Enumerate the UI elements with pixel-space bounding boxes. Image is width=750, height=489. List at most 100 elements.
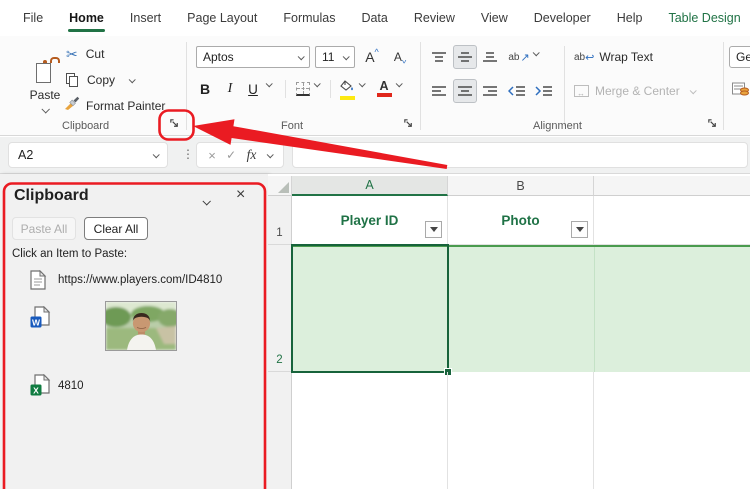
cell-c1[interactable] (594, 196, 750, 245)
clear-all-button[interactable]: Clear All (84, 217, 148, 240)
borders-icon (296, 82, 310, 96)
bold-button[interactable]: B (196, 78, 214, 100)
tab-formulas[interactable]: Formulas (270, 2, 348, 34)
increase-font-size-button[interactable]: A ^ (360, 46, 384, 68)
italic-button[interactable]: I (221, 78, 239, 100)
align-right-button[interactable] (480, 81, 500, 101)
font-color-bar (377, 93, 392, 97)
ribbon: Paste ✂ Cut Copy Format Painter Clipboar… (0, 36, 750, 136)
accounting-format-icon[interactable] (730, 80, 750, 98)
borders-dropdown-chevron-icon[interactable] (314, 82, 319, 87)
html-document-icon (30, 270, 47, 295)
font-dialog-launcher[interactable] (400, 115, 416, 131)
alignment-dialog-launcher[interactable] (704, 115, 720, 131)
paste-all-label: Paste All (21, 222, 68, 236)
clipboard-item-link[interactable]: https://www.players.com/ID4810 (6, 268, 258, 294)
paste-button[interactable]: Paste (22, 42, 68, 128)
top-align-button[interactable] (429, 47, 449, 67)
name-box-resize-dots-icon[interactable]: ⋮ (182, 147, 194, 161)
fill-color-dropdown-chevron-icon[interactable] (359, 82, 364, 87)
align-left-button[interactable] (429, 81, 449, 101)
tab-data[interactable]: Data (348, 2, 400, 34)
tab-table-design[interactable]: Table Design (655, 2, 750, 34)
increase-indent-button[interactable] (533, 81, 555, 101)
wrap-return-arrow-icon: ↩ (585, 51, 594, 64)
number-format-combobox[interactable]: Ger (729, 46, 750, 68)
paste-dropdown-chevron-icon[interactable] (41, 105, 49, 113)
decrease-font-size-button[interactable]: A ^ (388, 46, 412, 68)
cell-b1[interactable]: Photo (448, 196, 594, 245)
borders-button[interactable] (293, 78, 313, 100)
column-header-c[interactable] (594, 176, 750, 196)
tab-file[interactable]: File (10, 2, 56, 34)
underline-button[interactable]: U (244, 78, 262, 100)
underline-dropdown-chevron-icon[interactable] (266, 82, 271, 87)
format-painter-label: Format Painter (86, 99, 165, 113)
column-header-b[interactable]: B (448, 176, 594, 196)
format-painter-button[interactable]: Format Painter (64, 96, 165, 116)
clipboard-dialog-launcher[interactable] (166, 115, 182, 131)
wrap-text-button[interactable]: ab ↩ Wrap Text (574, 47, 653, 67)
pane-chevron-down-icon[interactable] (203, 192, 209, 210)
copy-dropdown-chevron-icon[interactable] (129, 76, 136, 83)
worksheet-grid: A B 1 2 Player ID Photo (268, 174, 750, 489)
insert-function-fx-icon[interactable]: fx (247, 147, 257, 163)
word-document-icon: W (30, 306, 51, 334)
cell-a1[interactable]: Player ID (292, 196, 448, 245)
select-all-triangle-icon (278, 182, 289, 193)
row-header-2[interactable]: 2 (268, 245, 292, 372)
merge-center-button: ↔ Merge & Center (574, 81, 695, 101)
cell-b3[interactable] (448, 372, 594, 489)
row-header-1[interactable]: 1 (268, 196, 292, 245)
select-all-button[interactable] (268, 176, 292, 196)
enter-check-icon[interactable]: ✓ (226, 148, 236, 162)
column-header-a[interactable]: A (292, 176, 448, 196)
tab-page-layout[interactable]: Page Layout (174, 2, 270, 34)
middle-align-button[interactable] (453, 45, 477, 69)
copy-button[interactable]: Copy (66, 70, 134, 90)
cut-label: Cut (86, 47, 105, 61)
tab-help[interactable]: Help (604, 2, 656, 34)
font-color-dropdown-chevron-icon[interactable] (396, 82, 401, 87)
orientation-button[interactable]: ab ↗ (508, 47, 530, 67)
name-box-chevron-icon[interactable] (153, 151, 160, 158)
clipboard-item-excel-value[interactable]: X 4810 (6, 372, 258, 398)
cell-a3[interactable] (292, 372, 448, 489)
decrease-indent-button[interactable] (506, 81, 528, 101)
shrink-font-icon: A (394, 50, 402, 64)
clipboard-item-excel-text: 4810 (58, 380, 84, 392)
font-group-label: Font (281, 120, 303, 132)
orientation-dropdown-chevron-icon[interactable] (533, 51, 538, 56)
row-header-3[interactable] (268, 372, 292, 489)
column-a-label: A (365, 178, 373, 192)
cell-c3[interactable] (594, 372, 750, 489)
formula-input[interactable] (292, 142, 748, 168)
tab-developer[interactable]: Developer (521, 2, 604, 34)
font-name-combobox[interactable]: Aptos (196, 46, 310, 68)
fx-chevron-icon[interactable] (266, 151, 273, 158)
tab-view[interactable]: View (468, 2, 521, 34)
bottom-align-button[interactable] (480, 47, 500, 67)
clipboard-task-pane: Clipboard × Paste All Clear All Click an… (0, 174, 268, 489)
group-separator (186, 42, 187, 130)
name-box[interactable]: A2 (8, 142, 168, 168)
font-color-button[interactable]: A (374, 78, 394, 100)
tab-review[interactable]: Review (401, 2, 468, 34)
dialog-launcher-icon (707, 118, 718, 129)
merge-center-label: Merge & Center (595, 84, 680, 98)
tab-home[interactable]: Home (56, 2, 117, 34)
tab-insert[interactable]: Insert (117, 2, 174, 34)
cancel-icon[interactable]: × (208, 148, 216, 163)
font-size-combobox[interactable]: 11 (315, 46, 355, 68)
fill-color-button[interactable] (337, 78, 357, 100)
pane-close-icon[interactable]: × (236, 186, 245, 204)
filter-button-photo[interactable] (571, 221, 588, 238)
excel-document-icon: X (30, 374, 51, 402)
orientation-ab-icon: ab (508, 52, 519, 63)
clipboard-item-word-image[interactable]: W (6, 300, 258, 358)
selected-cell-a2[interactable] (291, 244, 449, 373)
cut-button[interactable]: ✂ Cut (66, 44, 104, 64)
center-button[interactable] (453, 79, 477, 103)
separator (564, 46, 565, 126)
filter-button-player-id[interactable] (425, 221, 442, 238)
